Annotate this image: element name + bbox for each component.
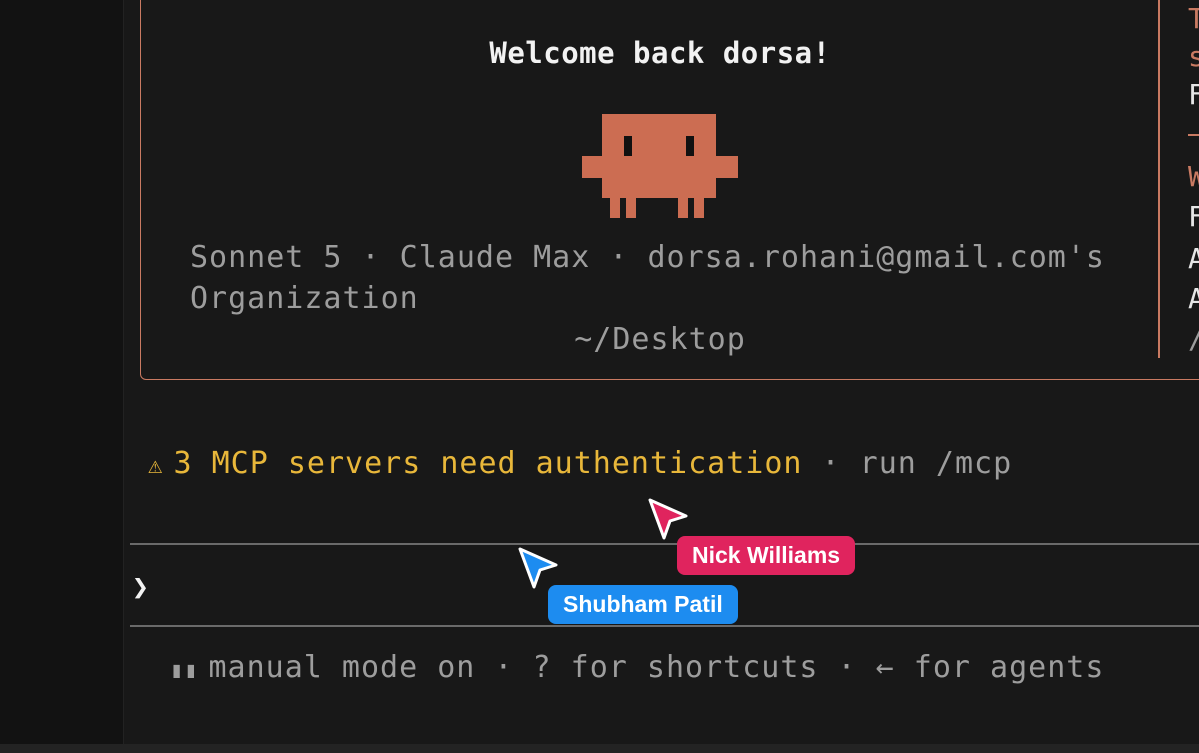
status-text: manual mode on · ? for shortcuts · ← for… (208, 650, 1105, 685)
model-account-info: Sonnet 5 · Claude Max · dorsa.rohani@gma… (190, 240, 1105, 275)
side-panel-text: A (1188, 242, 1199, 275)
input-bottom-border (130, 625, 1199, 627)
side-panel-text: W (1188, 160, 1199, 193)
claude-mascot-icon (582, 114, 738, 218)
warning-text: 3 MCP servers need authentication (173, 446, 803, 481)
panel-divider (1158, 0, 1160, 358)
working-directory: ~/Desktop (574, 322, 746, 357)
welcome-title: Welcome back dorsa! (489, 36, 831, 70)
input-top-border (130, 543, 1199, 545)
prompt-caret: ❯ (132, 570, 149, 603)
window-bottom-edge (0, 744, 1199, 753)
side-panel-text: F (1188, 78, 1199, 111)
side-panel-text: T (1188, 2, 1199, 35)
mcp-auth-warning: ⚠ 3 MCP servers need authentication · run… (148, 446, 1012, 481)
status-bar: ▮▮ manual mode on · ? for shortcuts · ← f… (170, 650, 1104, 685)
organization-label: Organization (190, 281, 419, 316)
side-panel-text: A (1188, 282, 1199, 315)
warning-icon: ⚠ (148, 451, 164, 479)
warning-hint: · run /mcp (802, 446, 1013, 481)
left-gutter (0, 0, 124, 753)
side-panel-separator (1188, 134, 1199, 136)
collaborator-tag-nick: Nick Williams (677, 536, 856, 575)
pause-icon: ▮▮ (170, 658, 199, 683)
collaborator-tag-shubham: Shubham Patil (548, 585, 738, 624)
side-panel-text: s (1188, 40, 1199, 73)
cursor-pointer-icon (518, 547, 558, 589)
side-panel-text: / (1188, 322, 1199, 355)
side-panel-text: F (1188, 200, 1199, 233)
